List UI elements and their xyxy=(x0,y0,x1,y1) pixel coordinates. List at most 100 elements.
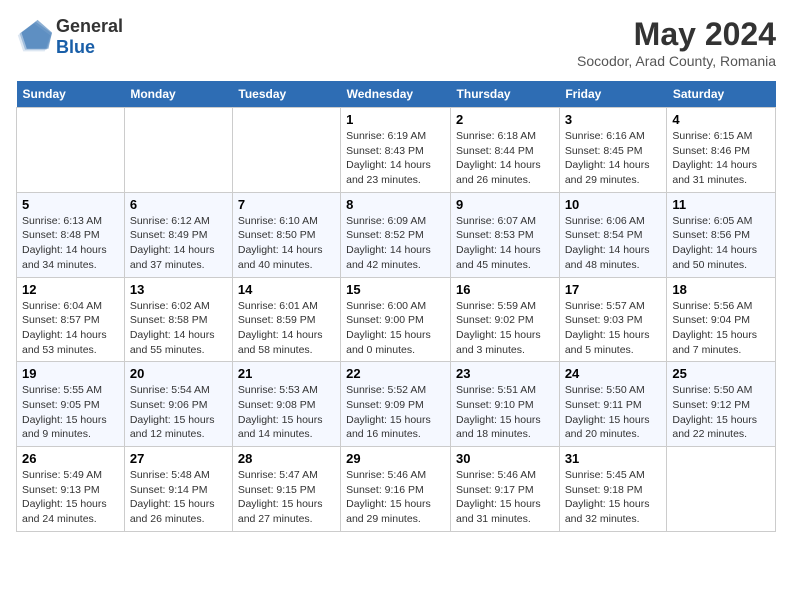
logo-general: General xyxy=(56,16,123,37)
day-info: Sunrise: 6:05 AM Sunset: 8:56 PM Dayligh… xyxy=(672,214,770,273)
day-number: 9 xyxy=(456,197,554,212)
calendar-cell: 8 Sunrise: 6:09 AM Sunset: 8:52 PM Daylig… xyxy=(341,192,451,277)
calendar-cell: 17 Sunrise: 5:57 AM Sunset: 9:03 PM Dayli… xyxy=(559,277,667,362)
calendar-cell: 7Sunrise: 6:10 AM Sunset: 8:50 PM Daylig… xyxy=(232,192,340,277)
day-info: Sunrise: 6:06 AM Sunset: 8:54 PM Dayligh… xyxy=(565,214,662,273)
calendar-cell: 14Sunrise: 6:01 AM Sunset: 8:59 PM Dayli… xyxy=(232,277,340,362)
logo-icon xyxy=(16,19,52,55)
header-row: SundayMondayTuesdayWednesdayThursdayFrid… xyxy=(17,81,776,108)
day-info: Sunrise: 6:13 AM Sunset: 8:48 PM Dayligh… xyxy=(22,214,119,273)
day-number: 24 xyxy=(565,366,662,381)
week-row-3: 12 Sunrise: 6:04 AM Sunset: 8:57 PM Dayli… xyxy=(17,277,776,362)
calendar-cell xyxy=(232,108,340,193)
calendar-cell: 27Sunrise: 5:48 AM Sunset: 9:14 PM Dayli… xyxy=(124,447,232,532)
week-row-4: 19Sunrise: 5:55 AM Sunset: 9:05 PM Dayli… xyxy=(17,362,776,447)
day-number: 10 xyxy=(565,197,662,212)
calendar-cell: 31 Sunrise: 5:45 AM Sunset: 9:18 PM Dayli… xyxy=(559,447,667,532)
calendar-cell: 10 Sunrise: 6:06 AM Sunset: 8:54 PM Dayli… xyxy=(559,192,667,277)
day-info: Sunrise: 5:45 AM Sunset: 9:18 PM Dayligh… xyxy=(565,468,662,527)
day-number: 16 xyxy=(456,282,554,297)
calendar-cell: 23 Sunrise: 5:51 AM Sunset: 9:10 PM Dayli… xyxy=(451,362,560,447)
day-info: Sunrise: 5:52 AM Sunset: 9:09 PM Dayligh… xyxy=(346,383,445,442)
day-info: Sunrise: 5:47 AM Sunset: 9:15 PM Dayligh… xyxy=(238,468,335,527)
calendar-cell: 26 Sunrise: 5:49 AM Sunset: 9:13 PM Dayli… xyxy=(17,447,125,532)
day-number: 22 xyxy=(346,366,445,381)
calendar-cell: 11 Sunrise: 6:05 AM Sunset: 8:56 PM Dayli… xyxy=(667,192,776,277)
calendar-cell: 3 Sunrise: 6:16 AM Sunset: 8:45 PM Daylig… xyxy=(559,108,667,193)
day-info: Sunrise: 6:19 AM Sunset: 8:43 PM Dayligh… xyxy=(346,129,445,188)
day-number: 26 xyxy=(22,451,119,466)
day-info: Sunrise: 5:57 AM Sunset: 9:03 PM Dayligh… xyxy=(565,299,662,358)
day-info: Sunrise: 6:15 AM Sunset: 8:46 PM Dayligh… xyxy=(672,129,770,188)
calendar-cell: 2 Sunrise: 6:18 AM Sunset: 8:44 PM Daylig… xyxy=(451,108,560,193)
week-row-1: 1 Sunrise: 6:19 AM Sunset: 8:43 PM Daylig… xyxy=(17,108,776,193)
day-info: Sunrise: 6:16 AM Sunset: 8:45 PM Dayligh… xyxy=(565,129,662,188)
day-number: 5 xyxy=(22,197,119,212)
day-info: Sunrise: 6:00 AM Sunset: 9:00 PM Dayligh… xyxy=(346,299,445,358)
calendar-cell: 30 Sunrise: 5:46 AM Sunset: 9:17 PM Dayli… xyxy=(451,447,560,532)
day-number: 3 xyxy=(565,112,662,127)
calendar-cell: 13 Sunrise: 6:02 AM Sunset: 8:58 PM Dayli… xyxy=(124,277,232,362)
day-number: 8 xyxy=(346,197,445,212)
day-info: Sunrise: 5:59 AM Sunset: 9:02 PM Dayligh… xyxy=(456,299,554,358)
day-number: 1 xyxy=(346,112,445,127)
calendar-cell: 4 Sunrise: 6:15 AM Sunset: 8:46 PM Daylig… xyxy=(667,108,776,193)
calendar-cell: 22 Sunrise: 5:52 AM Sunset: 9:09 PM Dayli… xyxy=(341,362,451,447)
day-number: 7 xyxy=(238,197,335,212)
day-info: Sunrise: 6:04 AM Sunset: 8:57 PM Dayligh… xyxy=(22,299,119,358)
day-info: Sunrise: 5:53 AM Sunset: 9:08 PM Dayligh… xyxy=(238,383,335,442)
calendar-cell: 19Sunrise: 5:55 AM Sunset: 9:05 PM Dayli… xyxy=(17,362,125,447)
day-number: 2 xyxy=(456,112,554,127)
day-info: Sunrise: 5:50 AM Sunset: 9:11 PM Dayligh… xyxy=(565,383,662,442)
day-number: 18 xyxy=(672,282,770,297)
day-header-saturday: Saturday xyxy=(667,81,776,108)
day-number: 31 xyxy=(565,451,662,466)
calendar-cell: 25Sunrise: 5:50 AM Sunset: 9:12 PM Dayli… xyxy=(667,362,776,447)
day-number: 4 xyxy=(672,112,770,127)
day-info: Sunrise: 5:46 AM Sunset: 9:16 PM Dayligh… xyxy=(346,468,445,527)
day-number: 17 xyxy=(565,282,662,297)
calendar-cell: 6Sunrise: 6:12 AM Sunset: 8:49 PM Daylig… xyxy=(124,192,232,277)
day-number: 11 xyxy=(672,197,770,212)
logo-text: General Blue xyxy=(56,16,123,58)
day-info: Sunrise: 5:49 AM Sunset: 9:13 PM Dayligh… xyxy=(22,468,119,527)
day-number: 23 xyxy=(456,366,554,381)
week-row-2: 5 Sunrise: 6:13 AM Sunset: 8:48 PM Daylig… xyxy=(17,192,776,277)
calendar-cell: 29 Sunrise: 5:46 AM Sunset: 9:16 PM Dayli… xyxy=(341,447,451,532)
title-block: May 2024 Socodor, Arad County, Romania xyxy=(577,16,776,69)
calendar-cell xyxy=(667,447,776,532)
day-number: 27 xyxy=(130,451,227,466)
day-number: 20 xyxy=(130,366,227,381)
day-info: Sunrise: 5:56 AM Sunset: 9:04 PM Dayligh… xyxy=(672,299,770,358)
day-info: Sunrise: 6:07 AM Sunset: 8:53 PM Dayligh… xyxy=(456,214,554,273)
day-info: Sunrise: 5:46 AM Sunset: 9:17 PM Dayligh… xyxy=(456,468,554,527)
calendar-cell: 16 Sunrise: 5:59 AM Sunset: 9:02 PM Dayli… xyxy=(451,277,560,362)
calendar-cell: 28Sunrise: 5:47 AM Sunset: 9:15 PM Dayli… xyxy=(232,447,340,532)
day-number: 30 xyxy=(456,451,554,466)
day-number: 15 xyxy=(346,282,445,297)
day-info: Sunrise: 5:54 AM Sunset: 9:06 PM Dayligh… xyxy=(130,383,227,442)
week-row-5: 26 Sunrise: 5:49 AM Sunset: 9:13 PM Dayli… xyxy=(17,447,776,532)
day-number: 29 xyxy=(346,451,445,466)
day-header-friday: Friday xyxy=(559,81,667,108)
logo-blue: Blue xyxy=(56,37,123,58)
calendar-cell: 1 Sunrise: 6:19 AM Sunset: 8:43 PM Daylig… xyxy=(341,108,451,193)
day-number: 14 xyxy=(238,282,335,297)
calendar-cell: 21Sunrise: 5:53 AM Sunset: 9:08 PM Dayli… xyxy=(232,362,340,447)
day-info: Sunrise: 5:55 AM Sunset: 9:05 PM Dayligh… xyxy=(22,383,119,442)
location: Socodor, Arad County, Romania xyxy=(577,53,776,69)
day-info: Sunrise: 5:51 AM Sunset: 9:10 PM Dayligh… xyxy=(456,383,554,442)
day-header-thursday: Thursday xyxy=(451,81,560,108)
calendar-cell: 20 Sunrise: 5:54 AM Sunset: 9:06 PM Dayli… xyxy=(124,362,232,447)
day-info: Sunrise: 6:02 AM Sunset: 8:58 PM Dayligh… xyxy=(130,299,227,358)
day-info: Sunrise: 6:09 AM Sunset: 8:52 PM Dayligh… xyxy=(346,214,445,273)
calendar-cell: 12 Sunrise: 6:04 AM Sunset: 8:57 PM Dayli… xyxy=(17,277,125,362)
day-number: 13 xyxy=(130,282,227,297)
day-info: Sunrise: 6:18 AM Sunset: 8:44 PM Dayligh… xyxy=(456,129,554,188)
day-number: 12 xyxy=(22,282,119,297)
day-number: 25 xyxy=(672,366,770,381)
day-header-sunday: Sunday xyxy=(17,81,125,108)
page-header: General Blue May 2024 Socodor, Arad Coun… xyxy=(16,16,776,69)
day-info: Sunrise: 6:12 AM Sunset: 8:49 PM Dayligh… xyxy=(130,214,227,273)
calendar-cell xyxy=(17,108,125,193)
